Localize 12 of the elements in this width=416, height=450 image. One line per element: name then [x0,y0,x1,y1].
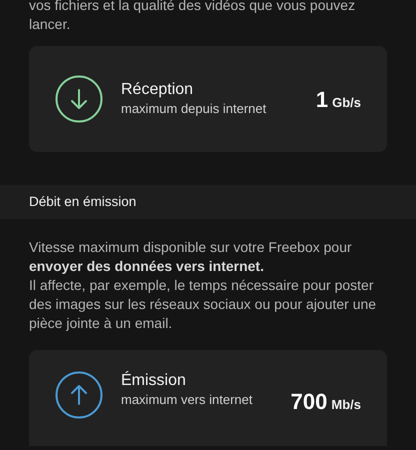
speed-unit: Mb/s [331,396,361,414]
speed-value: 1 [316,86,328,114]
description-text: Il affecte, par exemple, le temps nécessaire pour poster des images sur les réseaux sociaux ou pour ajouter une pièce jointe à un email. [29,276,378,333]
card-subtitle: maximum depuis internet [121,100,268,118]
description-text: vos fichiers et la qualité des vidéos que vous pouvez lancer. [29,0,356,34]
speed-value: 700 [290,388,328,416]
card-subtitle: maximum vers internet [121,391,254,409]
description-text: Vitesse maximum disponible sur votre Freebox pour envoyer des données vers internet. [29,238,353,276]
section-title: Débit en émission [29,192,136,211]
card-title: Émission [121,371,187,391]
card-title: Réception [121,80,194,100]
speed-unit: Gb/s [332,94,361,112]
